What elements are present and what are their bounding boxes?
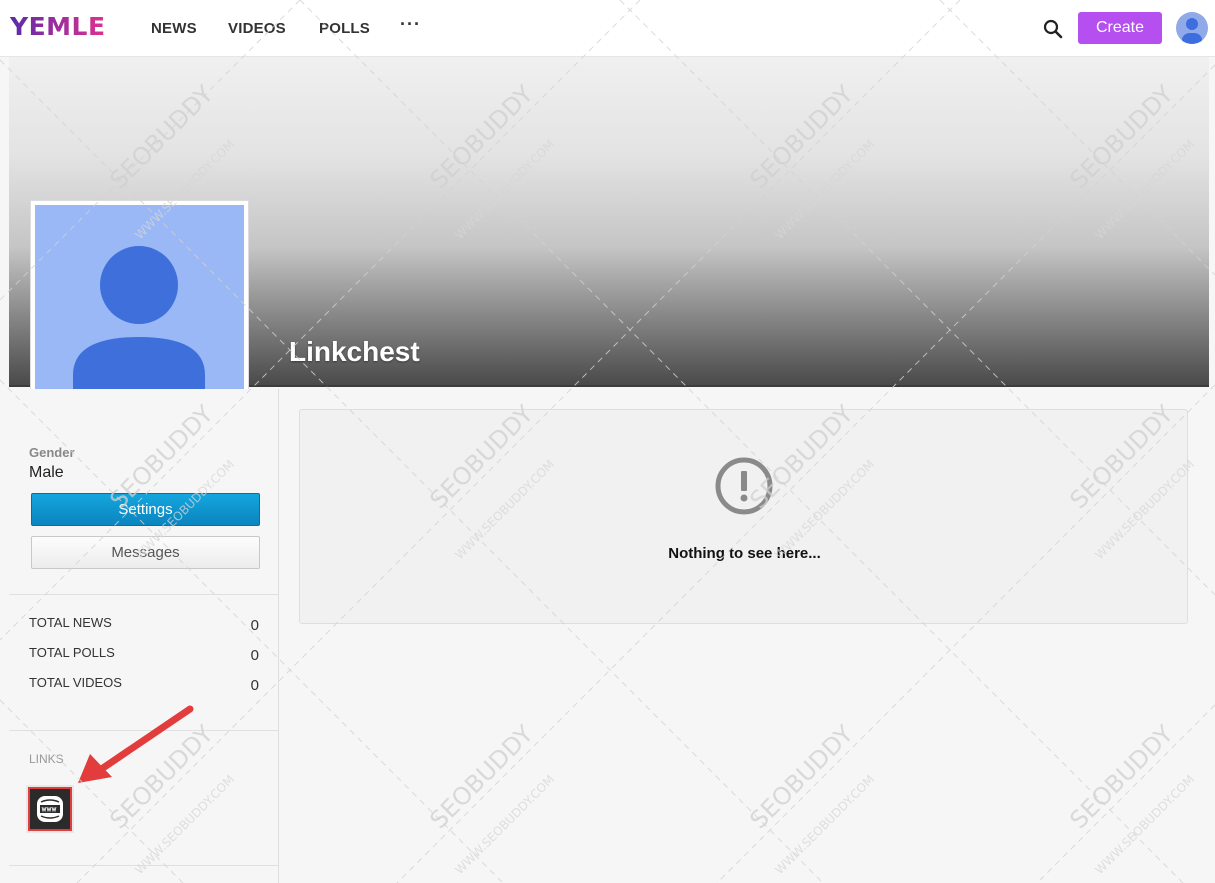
stat-label: TOTAL NEWS	[29, 615, 112, 630]
website-link[interactable]	[26, 785, 74, 833]
watermark-brand-text: SEOBUDDY	[424, 720, 539, 835]
user-avatar-button[interactable]	[1176, 12, 1208, 44]
stat-value: 0	[250, 647, 259, 664]
divider	[9, 865, 279, 866]
divider	[9, 594, 279, 595]
site-logo[interactable]: YEMLE	[10, 12, 106, 41]
stat-label: TOTAL VIDEOS	[29, 675, 122, 690]
user-avatar-icon	[1182, 18, 1202, 44]
top-navigation-bar: YEMLE NEWS VIDEOS POLLS ··· Create	[0, 0, 1215, 57]
stat-value: 0	[250, 617, 259, 634]
watermark-url-text: WWW.SEOBUDDY.COM	[1092, 772, 1197, 877]
watermark-url-text: WWW.SEOBUDDY.COM	[772, 772, 877, 877]
watermark-brand-text: SEOBUDDY	[1064, 720, 1179, 835]
settings-button[interactable]: Settings	[31, 493, 260, 526]
exclamation-circle-icon	[715, 457, 773, 515]
stat-row-polls: TOTAL POLLS 0	[29, 645, 259, 665]
messages-button[interactable]: Messages	[31, 536, 260, 569]
gender-label: Gender	[29, 445, 75, 460]
profile-sidebar: Gender Male Settings Messages TOTAL NEWS…	[9, 389, 279, 883]
divider	[9, 730, 279, 731]
more-menu-button[interactable]: ···	[400, 14, 421, 35]
links-label: LINKS	[29, 752, 64, 766]
watermark-brand-text: SEOBUDDY	[744, 720, 859, 835]
stat-value: 0	[250, 677, 259, 694]
empty-state-card: Nothing to see here...	[299, 409, 1188, 624]
profile-picture-frame	[30, 200, 249, 418]
nav-news[interactable]: NEWS	[151, 20, 197, 37]
profile-picture	[35, 205, 244, 413]
nav-polls[interactable]: POLLS	[319, 20, 370, 37]
empty-state-message: Nothing to see here...	[668, 545, 821, 562]
search-button[interactable]	[1040, 16, 1066, 42]
www-globe-icon	[37, 796, 63, 822]
stat-row-videos: TOTAL VIDEOS 0	[29, 675, 259, 695]
gender-value: Male	[29, 464, 64, 481]
default-user-icon	[73, 246, 205, 413]
search-icon	[1043, 19, 1063, 39]
profile-name: Linkchest	[289, 336, 420, 367]
watermark-url-text: WWW.SEOBUDDY.COM	[452, 772, 557, 877]
stat-label: TOTAL POLLS	[29, 645, 115, 660]
stat-row-news: TOTAL NEWS 0	[29, 615, 259, 635]
nav-videos[interactable]: VIDEOS	[228, 20, 286, 37]
create-button[interactable]: Create	[1078, 12, 1162, 44]
